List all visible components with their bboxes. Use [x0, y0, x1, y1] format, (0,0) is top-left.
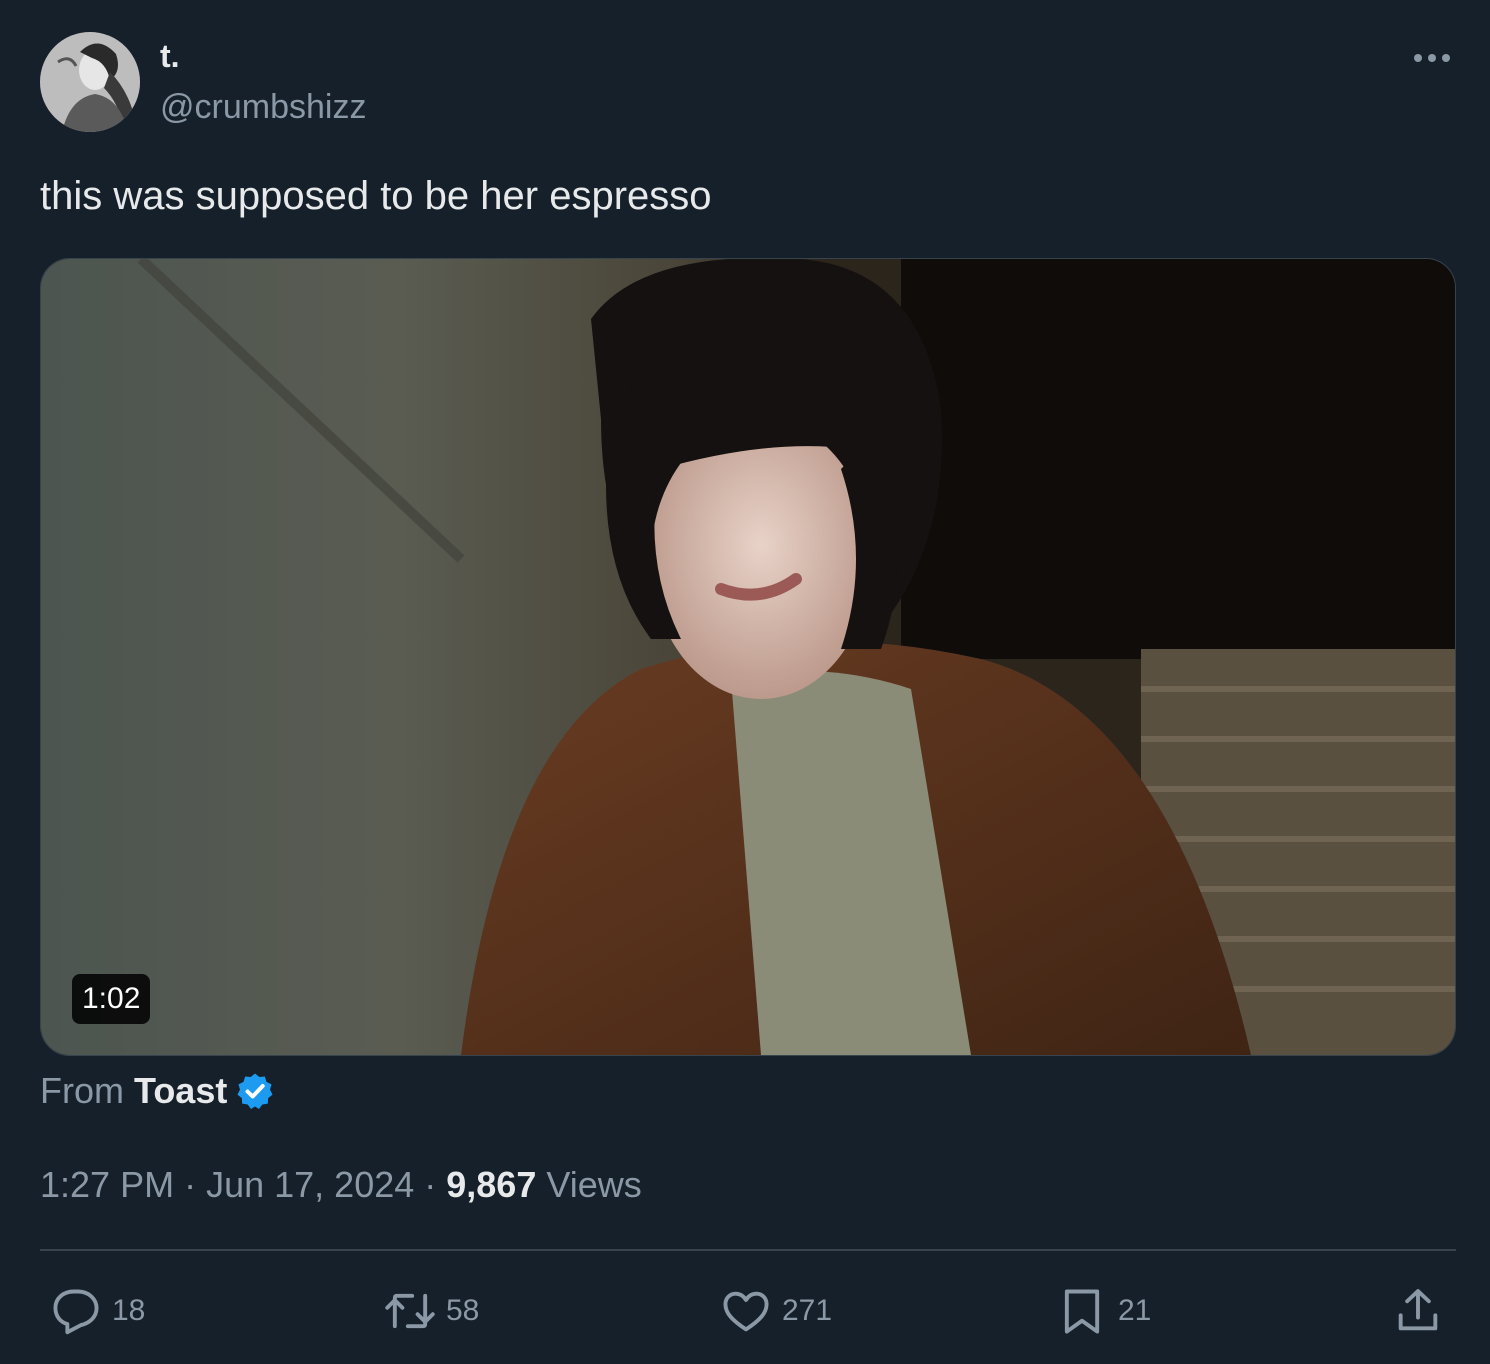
retweet-count: 58 [446, 1294, 480, 1327]
video-player[interactable] [40, 258, 1456, 1056]
divider [40, 1249, 1456, 1251]
source-prefix: From [40, 1070, 124, 1111]
bookmark-count: 21 [1118, 1294, 1152, 1327]
views-label: Views [546, 1164, 642, 1205]
share-icon [1398, 1289, 1438, 1331]
meta-separator: · [424, 1164, 437, 1205]
like-button[interactable]: 271 [720, 1284, 832, 1338]
reply-count: 18 [112, 1294, 146, 1327]
heart-icon [723, 1291, 769, 1332]
author-avatar[interactable] [40, 32, 140, 132]
tweet-metadata: 1:27 PM · Jun 17, 2024 · 9,867 Views [40, 1164, 642, 1206]
tweet-text: this was supposed to be her espresso [40, 174, 712, 218]
video-duration-badge: 1:02 [72, 974, 151, 1024]
verified-badge-icon [237, 1073, 273, 1109]
author-display-name[interactable]: t. [160, 38, 180, 75]
reply-icon [53, 1289, 99, 1335]
retweet-icon [385, 1293, 435, 1329]
meta-separator: · [184, 1164, 197, 1205]
more-options-button[interactable] [1404, 38, 1460, 78]
source-account-link[interactable]: Toast [134, 1070, 227, 1112]
author-handle[interactable]: @crumbshizz [160, 88, 366, 127]
video-thumbnail [41, 259, 1455, 1055]
avatar-image [40, 32, 140, 132]
retweet-button[interactable]: 58 [384, 1284, 479, 1338]
tweet-date[interactable]: Jun 17, 2024 [206, 1164, 414, 1206]
views-count[interactable]: 9,867 [446, 1164, 536, 1206]
like-count: 271 [782, 1294, 833, 1327]
share-button[interactable] [1392, 1284, 1444, 1338]
tweet-time[interactable]: 1:27 PM [40, 1164, 174, 1206]
bookmark-icon [1064, 1289, 1100, 1334]
more-horizontal-icon [1414, 54, 1450, 62]
media-source-attribution: From Toast [40, 1070, 275, 1112]
bookmark-button[interactable]: 21 [1056, 1284, 1151, 1338]
reply-button[interactable]: 18 [50, 1284, 145, 1338]
